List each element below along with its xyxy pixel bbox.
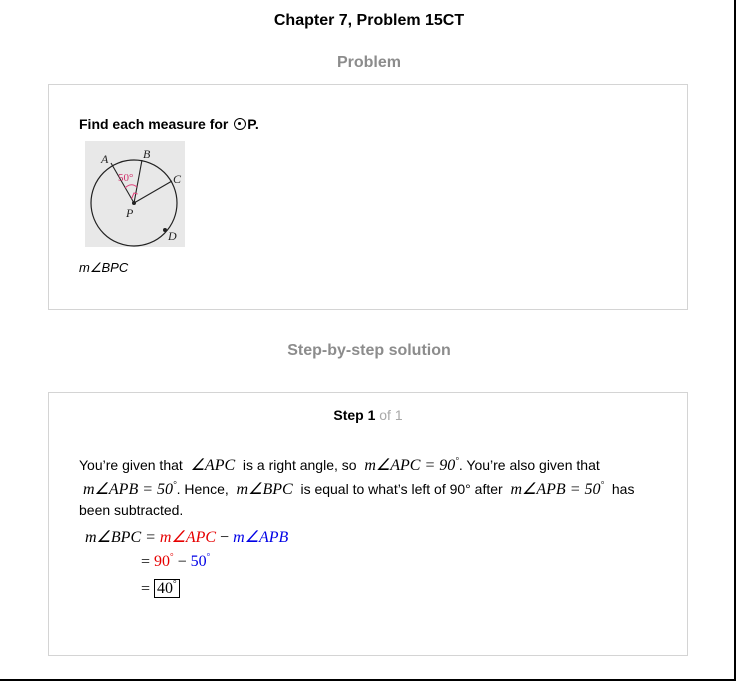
solution-heading: Step-by-step solution: [287, 342, 451, 359]
line2-text-1: . Hence,: [176, 481, 229, 497]
line1-text-1: You’re given that: [79, 457, 183, 473]
line1-text-2: is a right angle, so: [242, 457, 357, 473]
step-of: of 1: [379, 407, 403, 423]
eq2-term-b-value: 50: [190, 553, 207, 571]
degree-mark: °: [206, 552, 211, 562]
label-p: P: [125, 206, 134, 220]
instruction-prefix: Find each measure for: [79, 116, 233, 132]
line2-math-2: m∠BPC: [236, 481, 293, 498]
radius-pb: [133, 159, 143, 204]
degree-mark: °: [173, 579, 177, 589]
circle-symbol-icon: [234, 118, 247, 130]
point-d: [163, 228, 167, 232]
line1-math-2-value: m∠APC = 90: [364, 457, 456, 474]
label-a: A: [100, 152, 109, 166]
eq3-equals: =: [141, 580, 155, 598]
line2-math-3-value: m∠APB = 50: [510, 481, 601, 498]
solution-line-3: been subtracted.: [79, 502, 184, 518]
problem-card: Find each measure for P. A B C D P 50° m…: [48, 84, 688, 310]
eq1-minus: −: [216, 529, 234, 546]
radius-pc: [133, 180, 173, 204]
asked-measure: m∠BPC: [79, 260, 129, 275]
line1-text-3: . You’re also given that: [458, 457, 600, 473]
eq2-term-b: 50°: [190, 552, 211, 571]
angle-arc: [124, 184, 138, 189]
final-answer-box: 40°: [154, 579, 180, 599]
line1-math-1: ∠APC: [190, 457, 236, 474]
eq1-term-a: m∠APC: [159, 529, 217, 546]
circle-figure: A B C D P 50°: [85, 141, 185, 247]
eq2-minus: −: [173, 553, 191, 571]
eq1-lhs: m∠BPC =: [85, 529, 160, 546]
solution-line-1: You’re given that ∠APC is a right angle,…: [79, 455, 600, 475]
step-label: Step 1 of 1: [49, 407, 687, 423]
solution-card: Step 1 of 1 You’re given that ∠APC is a …: [48, 392, 688, 656]
degree-mark: °: [600, 479, 605, 490]
step-word: Step 1: [333, 407, 376, 423]
problem-heading: Problem: [336, 54, 401, 71]
eq2-equals: =: [141, 553, 155, 571]
angle-label: 50°: [118, 172, 133, 184]
final-answer-value: 40: [157, 580, 174, 598]
page: Chapter 7, Problem 15CT Problem Find eac…: [0, 0, 736, 681]
label-c: C: [173, 172, 182, 186]
line2-math-1-value: m∠APB = 50: [83, 481, 174, 498]
problem-instruction: Find each measure for P.: [79, 116, 259, 132]
page-title: Chapter 7, Problem 15CT: [273, 12, 465, 29]
line2-math-3: m∠APB = 50°: [510, 479, 605, 498]
line2-math-1: m∠APB = 50°: [83, 480, 177, 498]
solution-line-2: m∠APB = 50°. Hence, m∠BPC is equal to wh…: [83, 479, 634, 499]
line1-math-2: m∠APC = 90°: [364, 456, 459, 474]
circle-diagram: A B C D P 50°: [90, 147, 182, 247]
line2-text-3: has: [611, 481, 635, 497]
instruction-suffix: P.: [247, 116, 259, 132]
eq2-term-a: 90°: [154, 552, 174, 571]
label-b: B: [143, 147, 151, 161]
center-point: [132, 201, 136, 205]
eq2-term-a-value: 90: [154, 553, 171, 571]
equation-line-3: = 40°: [141, 579, 180, 599]
eq1-term-b: m∠APB: [233, 529, 289, 546]
line2-text-2: is equal to what’s left of 90° after: [300, 481, 503, 497]
label-d: D: [167, 229, 177, 243]
equation-line-1: m∠BPC = m∠APC − m∠APB: [85, 527, 288, 547]
equation-line-2: = 90° − 50°: [141, 552, 210, 571]
